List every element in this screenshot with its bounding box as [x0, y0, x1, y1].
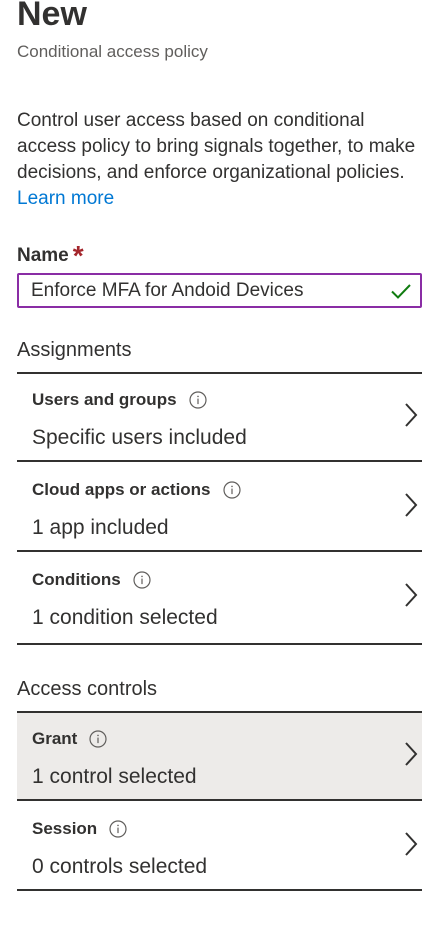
- checkmark-icon: [391, 283, 411, 299]
- row-value: 0 controls selected: [32, 855, 208, 878]
- chevron-right-icon: [405, 583, 418, 607]
- policy-name-field: [17, 273, 422, 308]
- page-subtitle: Conditional access policy: [17, 42, 208, 61]
- row-title-text: Session: [32, 819, 98, 838]
- row-value: 1 control selected: [32, 765, 197, 788]
- row-title: Users and groups: [32, 390, 207, 410]
- info-icon[interactable]: [133, 571, 151, 589]
- policy-name-input[interactable]: [19, 275, 388, 306]
- grant-row[interactable]: Grant 1 control selected: [17, 713, 422, 801]
- row-title-text: Cloud apps or actions: [32, 480, 211, 499]
- chevron-right-icon: [405, 742, 418, 766]
- row-title: Cloud apps or actions: [32, 480, 241, 500]
- description-text: Control user access based on conditional…: [17, 110, 416, 183]
- info-icon[interactable]: [89, 730, 107, 748]
- chevron-right-icon: [405, 493, 418, 517]
- assignments-heading: Assignments: [17, 339, 132, 361]
- row-value: 1 app included: [32, 516, 169, 539]
- name-label: Name *: [17, 236, 84, 271]
- name-label-text: Name: [17, 245, 69, 266]
- row-title: Conditions: [32, 570, 151, 590]
- cloud-apps-row[interactable]: Cloud apps or actions 1 app included: [17, 464, 422, 552]
- row-title: Session: [32, 819, 127, 839]
- row-title-text: Users and groups: [32, 390, 177, 409]
- info-icon[interactable]: [222, 481, 241, 499]
- policy-description: Control user access based on conditional…: [17, 108, 417, 212]
- access-controls-heading: Access controls: [17, 678, 158, 700]
- users-and-groups-row[interactable]: Users and groups Specific users included: [17, 374, 422, 462]
- learn-more-link[interactable]: Learn more: [17, 188, 114, 209]
- session-row[interactable]: Session 0 controls selected: [17, 803, 422, 891]
- row-title: Grant: [32, 729, 107, 749]
- chevron-right-icon: [405, 832, 418, 856]
- chevron-right-icon: [405, 403, 418, 427]
- row-value: Specific users included: [32, 426, 247, 449]
- conditions-row[interactable]: Conditions 1 condition selected: [17, 554, 422, 645]
- row-title-text: Grant: [32, 729, 78, 748]
- info-icon[interactable]: [188, 391, 207, 409]
- page-title: New: [17, 0, 87, 33]
- required-marker: *: [72, 240, 84, 271]
- row-value: 1 condition selected: [32, 606, 218, 629]
- row-title-text: Conditions: [32, 570, 121, 589]
- info-icon[interactable]: [109, 820, 127, 838]
